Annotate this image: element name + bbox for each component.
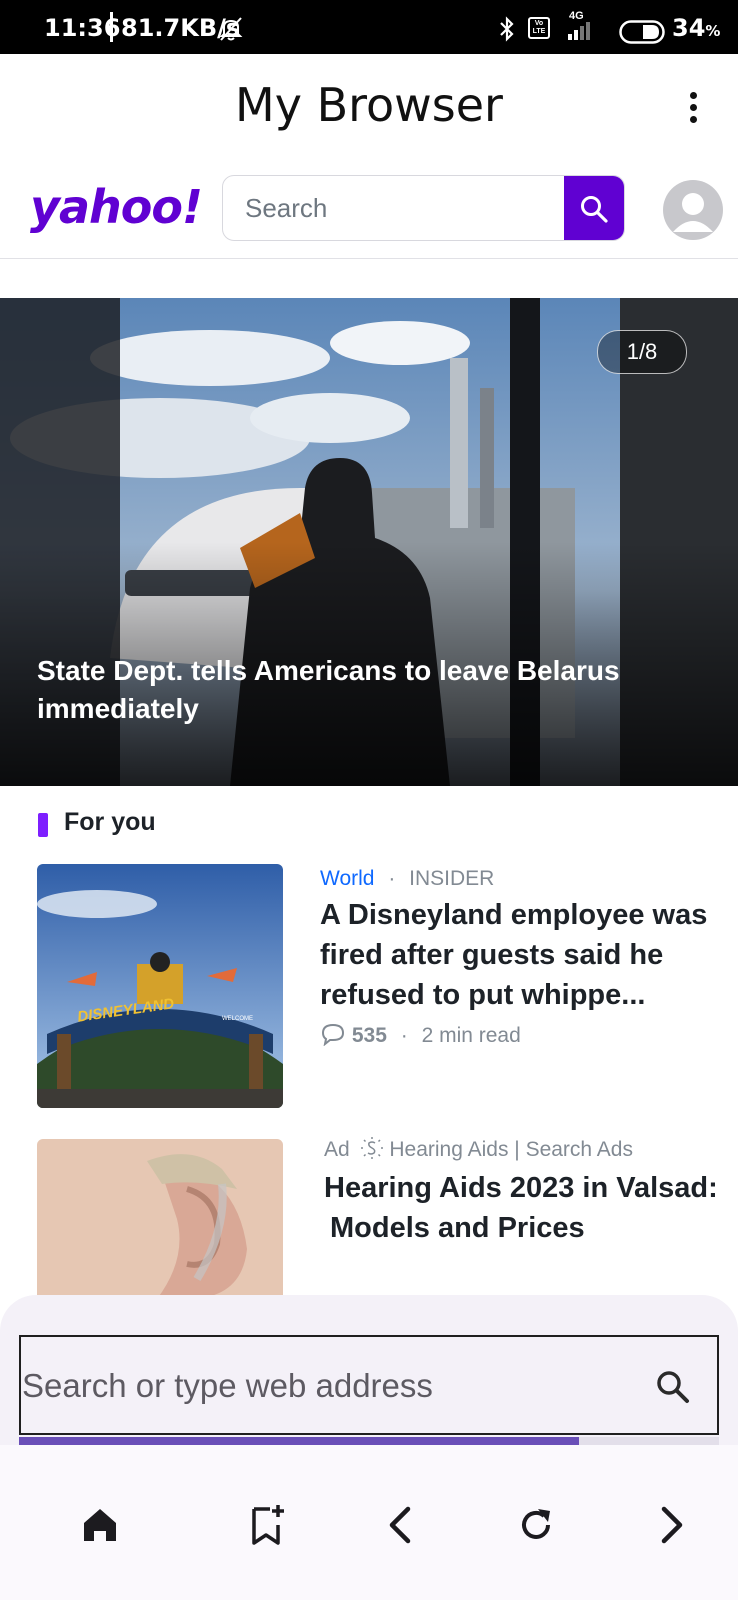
sponsor-logo-icon (360, 1137, 383, 1159)
home-icon[interactable] (76, 1501, 124, 1549)
refresh-icon[interactable] (512, 1501, 560, 1549)
article-stats: 535 · 2 min read (320, 1022, 521, 1048)
volte-label: Vo LTE (532, 20, 546, 35)
forward-icon[interactable] (646, 1501, 694, 1549)
hero-headline[interactable]: State Dept. tells Americans to leave Bel… (37, 652, 677, 728)
yahoo-logo[interactable]: yahoo! (30, 180, 203, 234)
ad-label: Ad (324, 1138, 350, 1161)
status-divider (110, 12, 113, 42)
browser-bottom-sheet (0, 1295, 738, 1600)
signal-icon (568, 22, 590, 40)
yahoo-header: yahoo! (0, 158, 738, 259)
app-bar: My Browser (0, 54, 738, 158)
status-bar: 11:36 81.7KB/s Vo LTE 4G 34% (0, 0, 738, 54)
article-meta: World · INSIDER (320, 867, 494, 891)
mute-bell-icon (219, 17, 243, 41)
address-input[interactable] (21, 1337, 624, 1435)
section-title-for-you: For you (64, 808, 156, 836)
page-load-progress-fill (19, 1437, 579, 1445)
back-icon[interactable] (378, 1501, 426, 1549)
user-avatar-icon[interactable] (663, 180, 723, 240)
page-load-progress (19, 1437, 719, 1445)
battery-icon (619, 20, 665, 44)
comment-count[interactable]: 535 (352, 1024, 387, 1047)
volte-icon: Vo LTE (528, 17, 550, 39)
bookmark-add-icon[interactable] (244, 1501, 292, 1549)
address-bar (19, 1335, 719, 1435)
carousel-counter: 1/8 (597, 330, 687, 374)
app-title: My Browser (235, 78, 503, 132)
comment-icon[interactable] (320, 1022, 346, 1047)
article-title[interactable]: A Disneyland employee was fired after gu… (320, 895, 710, 1015)
search-icon[interactable] (655, 1369, 691, 1405)
article-category[interactable]: World (320, 867, 374, 890)
ad-title[interactable]: Hearing Aids 2023 in Valsad: Models and … (324, 1168, 720, 1248)
thumb-sign-caption: WELCOME (222, 1016, 254, 1022)
read-time: 2 min read (421, 1024, 521, 1047)
yahoo-search-button[interactable] (564, 176, 624, 240)
section-accent-bar (38, 813, 48, 837)
hero-carousel[interactable]: 1/8 State Dept. tells Americans to leave… (0, 298, 738, 786)
search-icon (581, 196, 608, 223)
ad-meta: Ad Hearing Aids | Search Ads (324, 1136, 633, 1162)
ad-sponsor[interactable]: Hearing Aids | Search Ads (389, 1138, 633, 1161)
meta-dot: · (400, 1024, 408, 1047)
battery-value: 34 (672, 14, 706, 42)
status-time: 11:36 (44, 14, 121, 42)
ad-thumbnail[interactable] (37, 1139, 283, 1299)
article-source: INSIDER (409, 867, 495, 890)
more-vert-icon[interactable] (686, 92, 700, 126)
yahoo-search-input[interactable] (223, 176, 563, 240)
network-type: 4G (569, 10, 584, 22)
article-thumbnail[interactable]: DISNEYLAND WELCOME (37, 864, 283, 1108)
meta-dot: · (388, 867, 396, 890)
battery-unit: % (705, 22, 721, 40)
bluetooth-icon (500, 16, 514, 42)
bottom-navigation (0, 1445, 738, 1600)
battery-percent: 34% (672, 14, 720, 42)
yahoo-search-box (222, 175, 625, 241)
